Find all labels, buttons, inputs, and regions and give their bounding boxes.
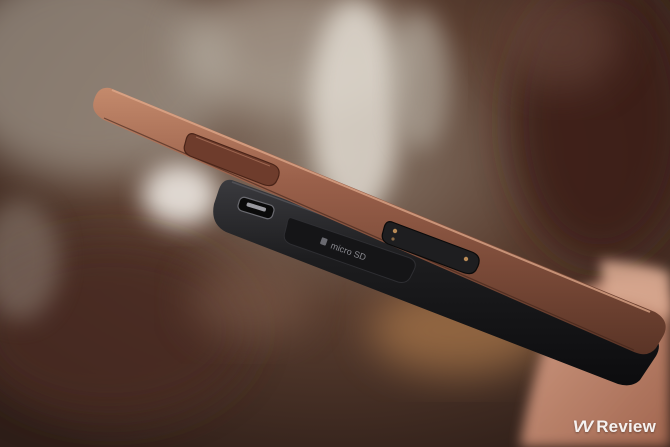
watermark-text: Review xyxy=(596,417,656,436)
watermark: VV Review xyxy=(573,417,656,437)
photo-illustration: micro SD xyxy=(0,0,670,447)
photo-scene: micro SD VV Review xyxy=(0,0,670,447)
watermark-logo-icon: VV xyxy=(572,417,594,436)
